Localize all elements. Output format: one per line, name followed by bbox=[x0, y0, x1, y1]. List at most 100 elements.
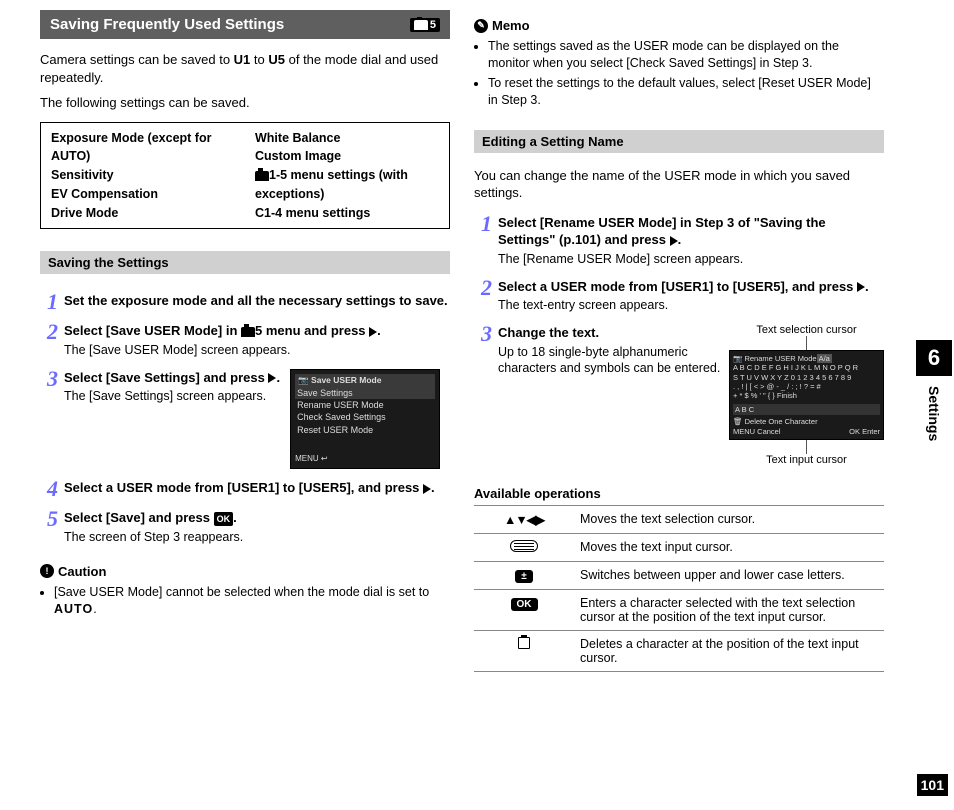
trash-icon bbox=[518, 637, 530, 649]
table-cell: Custom Image bbox=[255, 147, 439, 166]
table-cell: Sensitivity bbox=[51, 166, 235, 185]
step-desc: The text-entry screen appears. bbox=[498, 297, 884, 314]
ok-button-icon: OK bbox=[511, 598, 538, 611]
table-cell: C1-4 menu settings bbox=[255, 204, 439, 223]
right-column: ✎ Memo The settings saved as the USER mo… bbox=[474, 10, 884, 800]
table-row: OK Enters a character selected with the … bbox=[474, 589, 884, 630]
step-item: 2 Select [Save USER Mode] in 5 menu and … bbox=[40, 322, 450, 358]
step-number: 1 bbox=[40, 292, 58, 312]
dpad-icon: ▲▼◀▶ bbox=[504, 513, 544, 527]
step-desc: The [Save USER Mode] screen appears. bbox=[64, 342, 450, 359]
right-arrow-icon bbox=[369, 327, 377, 337]
intro-para-1: Camera settings can be saved to U1 to U5… bbox=[40, 51, 450, 86]
caution-header: ! Caution bbox=[40, 564, 450, 579]
table-cell: White Balance bbox=[255, 129, 439, 148]
camera-icon bbox=[414, 20, 428, 30]
operations-title: Available operations bbox=[474, 486, 884, 501]
op-key: OK bbox=[474, 589, 574, 630]
step-head: Select a USER mode from [USER1] to [USER… bbox=[64, 479, 450, 497]
ss-row: Reset USER Mode bbox=[295, 424, 435, 436]
op-desc: Moves the text selection cursor. bbox=[574, 505, 884, 533]
side-navigation: 6 Settings bbox=[914, 0, 954, 810]
section-title-text: Saving Frequently Used Settings bbox=[50, 16, 284, 33]
step-number: 1 bbox=[474, 214, 492, 268]
edit-intro: You can change the name of the USER mode… bbox=[474, 167, 884, 202]
step-head: Select [Save] and press OK. bbox=[64, 509, 450, 527]
saveable-col-2: White Balance Custom Image 1-5 menu sett… bbox=[255, 129, 439, 223]
op-desc: Switches between upper and lower case le… bbox=[574, 561, 884, 589]
step-number: 4 bbox=[40, 479, 58, 499]
step-item: 3 Select [Save Settings] and press . The… bbox=[40, 369, 450, 470]
right-arrow-icon bbox=[670, 236, 678, 246]
step-item: 5 Select [Save] and press OK. The screen… bbox=[40, 509, 450, 545]
op-desc: Enters a character selected with the tex… bbox=[574, 589, 884, 630]
op-desc: Moves the text input cursor. bbox=[574, 533, 884, 561]
intro-para-2: The following settings can be saved. bbox=[40, 94, 450, 112]
right-arrow-icon bbox=[423, 484, 431, 494]
subheader-saving: Saving the Settings bbox=[40, 251, 450, 274]
ss-row: Save Settings bbox=[295, 387, 435, 399]
table-row: Moves the text input cursor. bbox=[474, 533, 884, 561]
left-column: Saving Frequently Used Settings 5 Camera… bbox=[40, 10, 450, 800]
table-row: ± Switches between upper and lower case … bbox=[474, 561, 884, 589]
table-row: Deletes a character at the position of t… bbox=[474, 630, 884, 671]
chapter-label: Settings bbox=[926, 386, 942, 441]
page-number: 101 bbox=[917, 774, 948, 796]
ss-row: . , ! | [ < > @ - _ / : ; ! ? = # bbox=[733, 382, 880, 391]
step-item: 4 Select a USER mode from [USER1] to [US… bbox=[40, 479, 450, 499]
left-steps: 1 Set the exposure mode and all the nece… bbox=[40, 284, 450, 555]
memo-label: Memo bbox=[492, 18, 530, 33]
ss-row: A B C D E F G H I J K L M N O P Q R bbox=[733, 363, 880, 372]
ss-row: S T U V W X Y Z 0 1 2 3 4 5 6 7 8 9 bbox=[733, 373, 880, 382]
dial-icon bbox=[510, 540, 538, 552]
memo-item: The settings saved as the USER mode can … bbox=[488, 38, 884, 72]
step-item: 3 Change the text. Up to 18 single-byte … bbox=[474, 324, 884, 466]
table-cell: EV Compensation bbox=[51, 185, 235, 204]
caution-label: Caution bbox=[58, 564, 106, 579]
op-key bbox=[474, 533, 574, 561]
step-head: Select [Save USER Mode] in 5 menu and pr… bbox=[64, 322, 450, 340]
menu-badge-number: 5 bbox=[430, 19, 436, 31]
step-desc: The [Save Settings] screen appears. bbox=[64, 388, 280, 405]
right-steps: 1 Select [Rename USER Mode] in Step 3 of… bbox=[474, 206, 884, 476]
camera-icon bbox=[241, 327, 255, 337]
ss-row: Check Saved Settings bbox=[295, 411, 435, 423]
rename-user-mode-screenshot: 📷 Rename USER ModeA/a A B C D E F G H I … bbox=[729, 350, 884, 440]
ss-row: + * $ % ' " { } Finish bbox=[733, 391, 880, 400]
annotation-bottom: Text input cursor bbox=[729, 454, 884, 466]
step-head: Change the text. bbox=[498, 324, 723, 342]
step-head: Select [Save Settings] and press . bbox=[64, 369, 280, 387]
table-row: ▲▼◀▶ Moves the text selection cursor. bbox=[474, 505, 884, 533]
table-cell: Exposure Mode (except for AUTO) bbox=[51, 129, 235, 167]
exposure-comp-icon: ± bbox=[515, 570, 533, 583]
op-key: ± bbox=[474, 561, 574, 589]
step-head: Select a USER mode from [USER1] to [USER… bbox=[498, 278, 884, 296]
step-item: 1 Set the exposure mode and all the nece… bbox=[40, 292, 450, 312]
caution-icon: ! bbox=[40, 564, 54, 578]
right-arrow-icon bbox=[857, 282, 865, 292]
memo-list: The settings saved as the USER mode can … bbox=[474, 35, 884, 112]
step-number: 3 bbox=[474, 324, 492, 466]
annotation-top: Text selection cursor bbox=[729, 324, 884, 336]
op-key bbox=[474, 630, 574, 671]
step-item: 1 Select [Rename USER Mode] in Step 3 of… bbox=[474, 214, 884, 268]
section-title: Saving Frequently Used Settings 5 bbox=[40, 10, 450, 39]
memo-header: ✎ Memo bbox=[474, 18, 884, 33]
step-number: 5 bbox=[40, 509, 58, 545]
subheader-editing: Editing a Setting Name bbox=[474, 130, 884, 153]
ok-icon: OK bbox=[214, 512, 234, 526]
ss-current-text: A B C bbox=[733, 404, 880, 415]
step-head: Select [Rename USER Mode] in Step 3 of "… bbox=[498, 214, 884, 249]
op-desc: Deletes a character at the position of t… bbox=[574, 630, 884, 671]
memo-icon: ✎ bbox=[474, 19, 488, 33]
chapter-number-tab: 6 bbox=[916, 340, 952, 376]
step-desc: The screen of Step 3 reappears. bbox=[64, 529, 450, 546]
table-cell: Drive Mode bbox=[51, 204, 235, 223]
caution-list: [Save USER Mode] cannot be selected when… bbox=[40, 581, 450, 621]
step-desc: Up to 18 single-byte alphanumeric charac… bbox=[498, 344, 723, 378]
memo-item: To reset the settings to the default val… bbox=[488, 75, 884, 109]
saveable-col-1: Exposure Mode (except for AUTO) Sensitiv… bbox=[51, 129, 235, 223]
table-cell: 1-5 menu settings (with exceptions) bbox=[255, 166, 439, 204]
step-head: Set the exposure mode and all the necess… bbox=[64, 292, 450, 310]
operations-table: ▲▼◀▶ Moves the text selection cursor. Mo… bbox=[474, 505, 884, 672]
